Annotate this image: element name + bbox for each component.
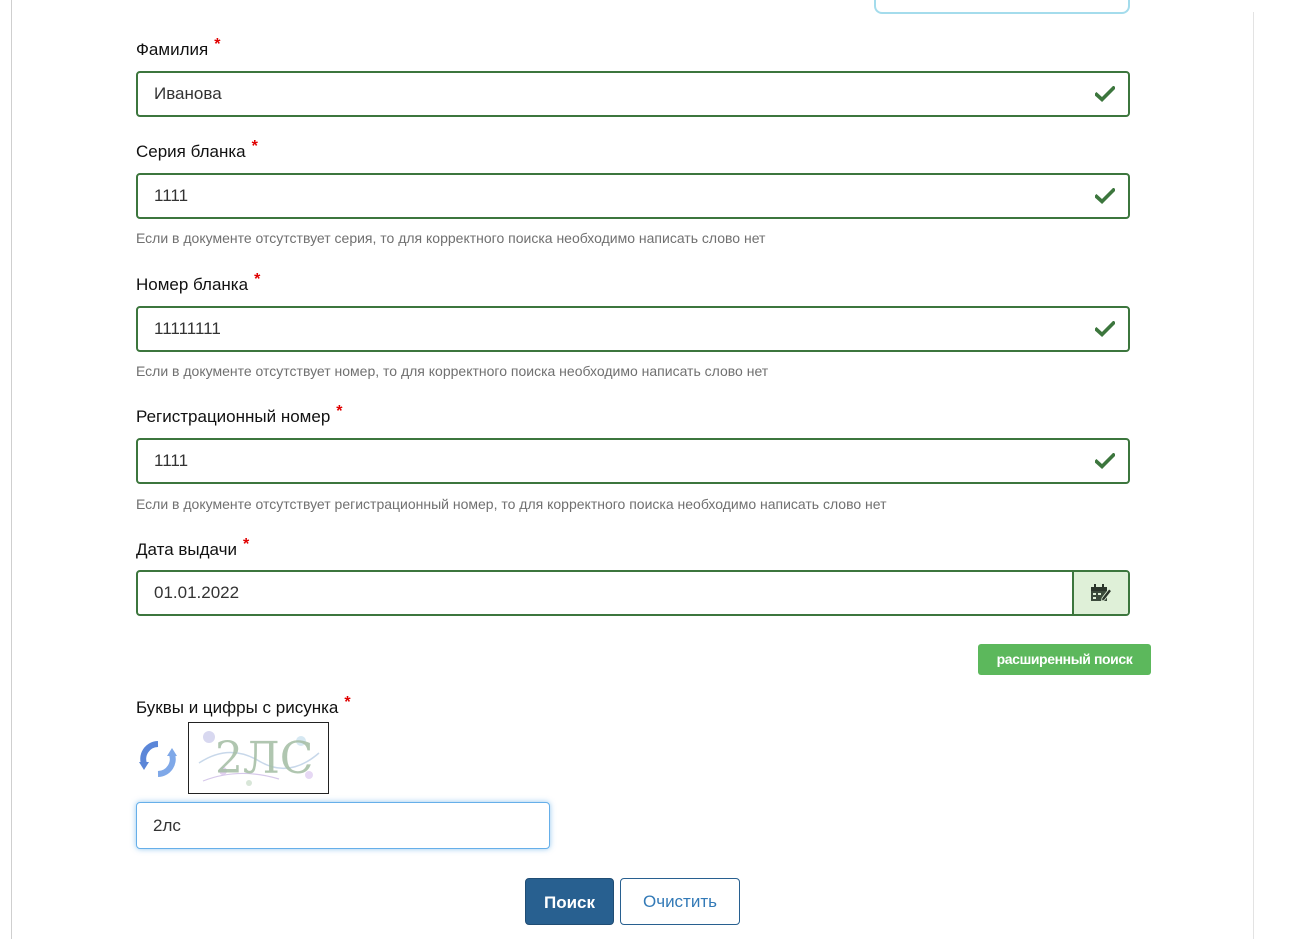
number-input[interactable]: 11111111 [136,306,1130,352]
search-button[interactable]: Поиск [525,878,614,925]
captcha-value: 2лс [153,816,181,835]
clear-button[interactable]: Очистить [620,878,740,925]
page: Фамилия * Иванова Серия бланка * 1111 Если… [0,0,1312,939]
check-icon [1095,188,1115,204]
reg-number-value: 1111 [154,451,189,470]
required-mark: * [242,536,250,553]
advanced-search-button[interactable]: расширенный поиск [978,644,1151,675]
reg-number-input[interactable]: 1111 [136,438,1130,484]
series-help: Если в документе отсутствует серия, то д… [136,230,766,246]
top-panel-edge [874,0,1130,14]
left-divider [11,0,12,939]
number-value: 11111111 [154,319,221,338]
surname-label: Фамилия * [136,36,221,59]
required-mark: * [214,36,221,53]
reg-number-label: Регистрационный номер * [136,403,343,426]
captcha-label: Буквы и цифры с рисунка * [136,694,351,717]
series-input[interactable]: 1111 [136,173,1130,219]
captcha-noise: 2ЛС [198,731,320,786]
refresh-icon[interactable] [137,738,179,780]
required-mark: * [254,271,261,288]
series-value: 1111 [154,186,189,205]
surname-input[interactable]: Иванова [136,71,1130,117]
required-mark: * [344,694,351,711]
required-mark: * [251,138,258,155]
date-picker-button[interactable] [1072,572,1128,614]
captcha-text: 2ЛС [215,733,313,784]
issue-date-input[interactable]: 01.01.2022 [136,570,1130,616]
captcha-input[interactable]: 2лс [136,802,550,849]
number-help: Если в документе отсутствует номер, то д… [136,363,769,379]
series-label: Серия бланка * [136,138,258,161]
captcha-image: 2ЛС [188,722,329,794]
surname-value: Иванова [154,84,222,103]
reg-number-help: Если в документе отсутствует регистрацио… [136,496,887,512]
required-mark: * [336,403,343,420]
number-label: Номер бланка * [136,271,261,294]
issue-date-value: 01.01.2022 [154,583,240,602]
check-icon [1095,321,1115,337]
right-divider [1253,12,1254,939]
check-icon [1095,86,1115,102]
calendar-icon [1091,584,1112,602]
issue-date-label: Дата выдачи * [136,536,250,559]
check-icon [1095,453,1115,469]
